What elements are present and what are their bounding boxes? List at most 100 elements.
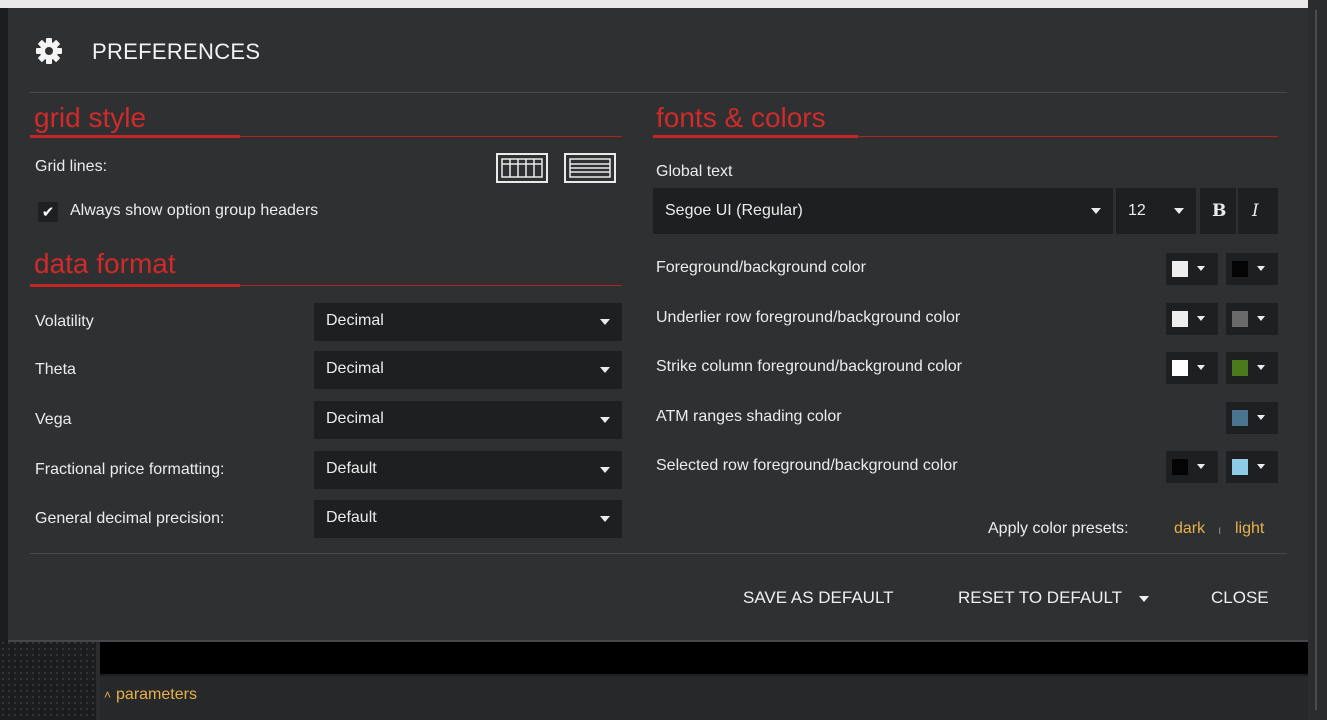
selected-foreground-color-picker[interactable] bbox=[1166, 451, 1218, 483]
vertical-grid-icon bbox=[501, 158, 543, 178]
grid-lines-horizontal-button[interactable] bbox=[564, 153, 616, 183]
vega-select[interactable]: Decimal bbox=[314, 401, 622, 439]
color-swatch bbox=[1172, 360, 1188, 376]
color-swatch bbox=[1172, 261, 1188, 277]
color-swatch bbox=[1232, 311, 1248, 327]
underlier-foreground-color-picker[interactable] bbox=[1166, 303, 1218, 335]
background-black-bar bbox=[100, 642, 1308, 674]
italic-label: I bbox=[1252, 201, 1259, 221]
font-family-select[interactable]: Segoe UI (Regular) bbox=[653, 188, 1113, 234]
preset-dark-link[interactable]: dark bbox=[1174, 520, 1205, 538]
grid-style-rule-accent bbox=[30, 135, 240, 138]
background-top-strip bbox=[0, 0, 1327, 8]
font-size-select[interactable]: 12 bbox=[1116, 188, 1196, 234]
chevron-down-icon bbox=[600, 319, 610, 325]
color-swatch bbox=[1172, 459, 1188, 475]
strike-background-color-picker[interactable] bbox=[1226, 352, 1278, 384]
color-swatch bbox=[1232, 459, 1248, 475]
data-format-label-precision: General decimal precision: bbox=[35, 510, 225, 527]
chevron-down-icon bbox=[1257, 365, 1265, 370]
reset-to-default-label: RESET TO DEFAULT bbox=[958, 588, 1122, 607]
close-button[interactable]: CLOSE bbox=[1211, 588, 1269, 608]
fractional-price-value: Default bbox=[326, 460, 377, 477]
gear-icon bbox=[36, 38, 62, 64]
chevron-down-icon bbox=[1197, 316, 1205, 321]
chevron-down-icon bbox=[1197, 365, 1205, 370]
always-show-headers-checkbox[interactable]: ✔ bbox=[38, 202, 58, 222]
title-divider bbox=[30, 92, 1287, 93]
fractional-price-select[interactable]: Default bbox=[314, 451, 622, 489]
fonts-colors-heading: fonts & colors bbox=[656, 102, 826, 133]
vega-value: Decimal bbox=[326, 410, 384, 427]
horizontal-grid-icon bbox=[569, 158, 611, 178]
always-show-headers-label: Always show option group headers bbox=[70, 202, 319, 219]
save-as-default-button[interactable]: SAVE AS DEFAULT bbox=[743, 588, 894, 608]
background-parameters-row bbox=[100, 676, 1308, 720]
color-row-label-strike: Strike column foreground/background colo… bbox=[656, 358, 962, 375]
fonts-colors-rule-accent bbox=[653, 135, 858, 138]
color-swatch bbox=[1172, 311, 1188, 327]
double-chevron-up-icon: ˄ bbox=[104, 688, 112, 702]
preset-light-link[interactable]: light bbox=[1235, 520, 1264, 538]
preferences-dialog: PREFERENCES grid style Grid lines: ✔ Alw… bbox=[8, 8, 1308, 642]
color-row-label-atm: ATM ranges shading color bbox=[656, 408, 842, 425]
volatility-value: Decimal bbox=[326, 312, 384, 329]
chevron-down-icon bbox=[600, 367, 610, 373]
chevron-down-icon bbox=[600, 417, 610, 423]
bold-toggle[interactable]: B bbox=[1200, 188, 1236, 234]
theta-select[interactable]: Decimal bbox=[314, 351, 622, 389]
strike-foreground-color-picker[interactable] bbox=[1166, 352, 1218, 384]
italic-toggle[interactable]: I bbox=[1238, 188, 1278, 234]
theta-value: Decimal bbox=[326, 360, 384, 377]
grid-lines-vertical-button[interactable] bbox=[496, 153, 548, 183]
global-text-label: Global text bbox=[656, 163, 733, 180]
chevron-down-icon bbox=[1257, 415, 1265, 420]
volatility-select[interactable]: Decimal bbox=[314, 303, 622, 341]
background-color-picker[interactable] bbox=[1226, 253, 1278, 285]
selected-background-color-picker[interactable] bbox=[1226, 451, 1278, 483]
data-format-label-vega: Vega bbox=[35, 411, 72, 428]
chevron-down-icon bbox=[1174, 208, 1184, 214]
color-swatch bbox=[1232, 360, 1248, 376]
decimal-precision-value: Default bbox=[326, 509, 377, 526]
data-format-label-theta: Theta bbox=[35, 361, 76, 378]
color-swatch bbox=[1232, 261, 1248, 277]
data-format-rule-accent bbox=[30, 284, 240, 287]
footer-divider bbox=[30, 553, 1287, 554]
color-presets-label: Apply color presets: bbox=[988, 520, 1129, 537]
data-format-heading: data format bbox=[34, 248, 176, 279]
color-row-label-underlier: Underlier row foreground/background colo… bbox=[656, 309, 961, 326]
chevron-down-icon bbox=[1197, 464, 1205, 469]
reset-to-default-button[interactable]: RESET TO DEFAULT bbox=[958, 588, 1149, 608]
preset-separator: ı bbox=[1218, 523, 1222, 537]
chevron-down-icon bbox=[1257, 266, 1265, 271]
foreground-color-picker[interactable] bbox=[1166, 253, 1218, 285]
decimal-precision-select[interactable]: Default bbox=[314, 500, 622, 538]
data-format-label-fractional: Fractional price formatting: bbox=[35, 461, 225, 478]
checkmark-icon: ✔ bbox=[41, 204, 55, 221]
dialog-title: PREFERENCES bbox=[92, 39, 261, 64]
background-right-panel bbox=[1308, 0, 1327, 720]
chevron-down-icon bbox=[1197, 266, 1205, 271]
data-format-label-volatility: Volatility bbox=[35, 313, 94, 330]
font-size-value: 12 bbox=[1128, 202, 1146, 219]
dialog-title-bar: PREFERENCES bbox=[8, 8, 1308, 92]
chevron-down-icon bbox=[1257, 464, 1265, 469]
underlier-background-color-picker[interactable] bbox=[1226, 303, 1278, 335]
color-row-label-foreground: Foreground/background color bbox=[656, 259, 866, 276]
background-divider bbox=[1315, 10, 1317, 710]
font-family-value: Segoe UI (Regular) bbox=[665, 202, 803, 219]
parameters-label: parameters bbox=[116, 686, 197, 703]
grid-lines-label: Grid lines: bbox=[35, 158, 108, 175]
chevron-down-icon bbox=[600, 516, 610, 522]
color-row-label-selected: Selected row foreground/background color bbox=[656, 457, 958, 474]
chevron-down-icon bbox=[1138, 595, 1149, 602]
grid-style-heading: grid style bbox=[34, 102, 147, 133]
color-swatch bbox=[1232, 410, 1248, 426]
background-grid-area bbox=[0, 640, 96, 720]
parameters-link[interactable]: ˄ parameters bbox=[104, 686, 197, 704]
atm-shading-color-picker[interactable] bbox=[1226, 402, 1278, 434]
chevron-down-icon bbox=[1257, 316, 1265, 321]
chevron-down-icon bbox=[1091, 208, 1101, 214]
chevron-down-icon bbox=[600, 467, 610, 473]
